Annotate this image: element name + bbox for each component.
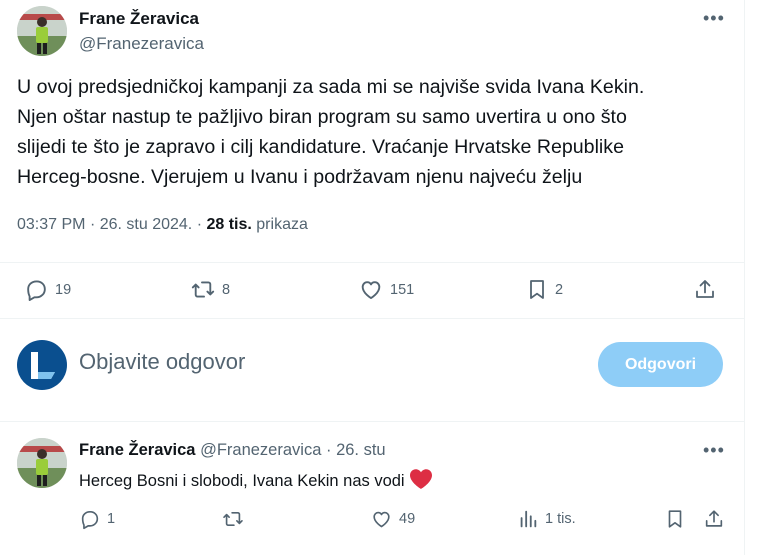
tweet-meta: 03:37 PM · 26. stu 2024. · 28 tis. prika… — [17, 216, 308, 234]
tweet-date[interactable]: 26. stu 2024. — [100, 216, 193, 233]
share-button[interactable] — [693, 277, 717, 302]
reply-reply-count: 1 — [107, 511, 116, 527]
meta-separator: · — [89, 216, 100, 233]
reply-views-button[interactable]: 1 tis. — [517, 508, 576, 530]
author-name[interactable]: Frane Žeravica — [79, 9, 199, 29]
reply-count: 19 — [55, 281, 72, 298]
divider — [0, 262, 744, 263]
views-icon — [517, 508, 539, 530]
meta-separator: · — [196, 216, 207, 233]
more-icon[interactable]: ••• — [703, 8, 725, 29]
tweet-time[interactable]: 03:37 PM — [17, 216, 85, 233]
reply-like-count: 49 — [399, 511, 416, 527]
share-icon — [693, 277, 717, 302]
more-icon[interactable]: ••• — [703, 440, 725, 461]
share-icon — [703, 508, 725, 530]
author-avatar[interactable] — [17, 6, 67, 56]
repost-button[interactable]: 8 — [190, 277, 230, 302]
reply-date[interactable]: 26. stu — [336, 441, 386, 459]
tweet-text: U ovoj predsjedničkoj kampanji za sada m… — [17, 76, 645, 188]
reply-views-count: 1 tis. — [545, 511, 576, 527]
timeline-border — [744, 0, 745, 555]
reply-author-name[interactable]: Frane Žeravica — [79, 441, 195, 459]
repost-icon — [190, 277, 216, 302]
divider — [0, 318, 744, 319]
like-count: 151 — [390, 281, 415, 298]
reply-text: Herceg Bosni i slobodi, Ivana Kekin nas … — [79, 472, 405, 490]
reply-like-button[interactable]: 49 — [370, 508, 415, 530]
bookmark-count: 2 — [555, 281, 564, 298]
repost-count: 8 — [222, 281, 231, 298]
reply-repost-button[interactable] — [221, 508, 245, 530]
views-count: 28 tis. — [206, 216, 252, 233]
reply-reply-button[interactable]: 1 — [79, 508, 115, 530]
reply-button[interactable]: 19 — [24, 277, 71, 302]
reply-author-handle[interactable]: @Franezeravica — [200, 441, 321, 459]
reply-input[interactable]: Objavite odgovor — [79, 349, 245, 375]
bookmark-icon — [664, 508, 686, 530]
like-icon — [370, 508, 393, 530]
reply-submit-button[interactable]: Odgovori — [598, 342, 723, 387]
meta-separator: · — [325, 441, 332, 459]
bookmark-button[interactable]: 2 — [525, 277, 563, 302]
reply-text-row: Herceg Bosni i slobodi, Ivana Kekin nas … — [79, 468, 433, 495]
like-icon — [358, 277, 384, 302]
reply-author-avatar[interactable] — [17, 438, 67, 488]
repost-icon — [221, 508, 245, 530]
bookmark-icon — [525, 277, 549, 302]
author-handle[interactable]: @Franezeravica — [79, 34, 204, 54]
reply-header: Frane Žeravica @Franezeravica · 26. stu — [79, 441, 386, 460]
views-label: prikaza — [256, 216, 308, 233]
heart-emoji-icon — [409, 468, 433, 495]
reply-icon — [79, 508, 101, 530]
reply-bookmark-button[interactable] — [664, 508, 686, 530]
reply-share-button[interactable] — [703, 508, 725, 530]
user-avatar-logo[interactable] — [17, 340, 67, 390]
like-button[interactable]: 151 — [358, 277, 414, 302]
divider — [0, 421, 744, 422]
reply-icon — [24, 277, 49, 302]
